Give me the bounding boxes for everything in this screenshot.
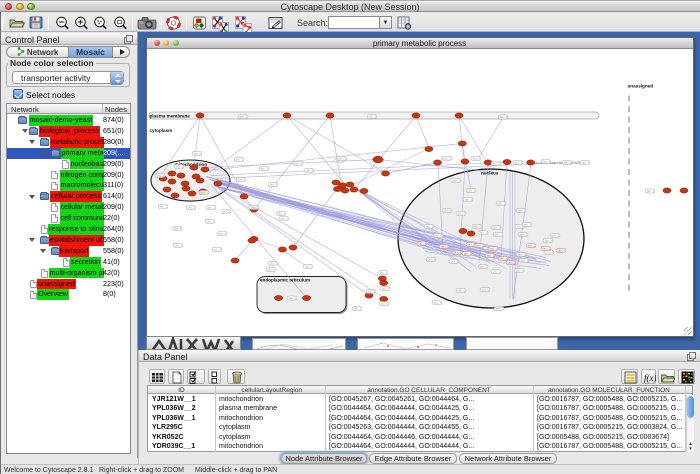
svg-text:[so...]: [so...] — [457, 288, 464, 292]
svg-text:plasma membrane: plasma membrane — [149, 113, 190, 118]
svg-text:[so...]: [so...] — [545, 250, 552, 254]
svg-text:[so...]: [so...] — [269, 261, 276, 265]
svg-text:[so...]: [so...] — [441, 244, 448, 248]
svg-text:[so...]: [so...] — [551, 233, 558, 237]
svg-text:[so...]: [so...] — [457, 211, 464, 215]
svg-text:[so...]: [so...] — [492, 161, 499, 165]
svg-text:[so...]: [so...] — [288, 296, 295, 300]
svg-text:[so...]: [so...] — [269, 182, 276, 186]
svg-text:[so...]: [so...] — [450, 259, 457, 263]
svg-text:[so...]: [so...] — [304, 264, 311, 268]
svg-text:nucleus: nucleus — [481, 170, 499, 175]
svg-text:[so...]: [so...] — [487, 253, 494, 257]
svg-text:[so...]: [so...] — [156, 173, 163, 177]
svg-text:[so...]: [so...] — [368, 114, 375, 118]
svg-text:[so...]: [so...] — [260, 166, 267, 170]
svg-text:unassigned: unassigned — [627, 83, 653, 88]
svg-text:[so...]: [so...] — [515, 268, 522, 272]
svg-text:[so...]: [so...] — [472, 156, 479, 160]
svg-text:[so...]: [so...] — [520, 258, 527, 262]
svg-text:[so...]: [so...] — [464, 251, 471, 255]
svg-text:[so...]: [so...] — [222, 209, 229, 213]
svg-text:[so...]: [so...] — [380, 301, 387, 305]
svg-text:[so...]: [so...] — [542, 159, 549, 163]
svg-text:[so...]: [so...] — [305, 168, 312, 172]
svg-text:[so...]: [so...] — [206, 219, 213, 223]
svg-text:[so...]: [so...] — [473, 224, 480, 228]
svg-text:[so...]: [so...] — [173, 226, 180, 230]
svg-text:[so...]: [so...] — [646, 189, 653, 193]
svg-text:[so...]: [so...] — [563, 160, 570, 164]
svg-text:[so...]: [so...] — [494, 232, 501, 236]
svg-text:[so...]: [so...] — [492, 269, 499, 273]
svg-text:[so...]: [so...] — [175, 164, 182, 168]
svg-text:[so...]: [so...] — [218, 231, 225, 235]
svg-text:f(x): f(x) — [644, 373, 656, 383]
svg-text:[so...]: [so...] — [479, 264, 486, 268]
svg-text:[so...]: [so...] — [277, 211, 284, 215]
svg-text:[so...]: [so...] — [581, 160, 588, 164]
svg-text:[so...]: [so...] — [519, 232, 526, 236]
svg-text:[so...]: [so...] — [523, 222, 530, 226]
svg-text:[so...]: [so...] — [443, 156, 450, 160]
svg-text:[so...]: [so...] — [187, 205, 194, 209]
svg-text:[so...]: [so...] — [237, 177, 244, 181]
svg-text:[so...]: [so...] — [517, 252, 524, 256]
svg-text:[so...]: [so...] — [425, 224, 432, 228]
svg-text:[so...]: [so...] — [280, 216, 287, 220]
svg-text:[so...]: [so...] — [514, 160, 521, 164]
svg-text:[so...]: [so...] — [495, 306, 502, 310]
svg-text:[so...]: [so...] — [250, 205, 257, 209]
svg-text:[so...]: [so...] — [433, 300, 440, 304]
svg-text:[so...]: [so...] — [434, 233, 441, 237]
svg-text:[so...]: [so...] — [200, 190, 207, 194]
svg-text:[so...]: [so...] — [481, 287, 488, 291]
svg-text:[so...]: [so...] — [443, 208, 450, 212]
svg-text:[so...]: [so...] — [353, 306, 360, 310]
svg-text:endoplasmic reticulum: endoplasmic reticulum — [260, 277, 310, 282]
svg-text:[so...]: [so...] — [508, 260, 515, 264]
svg-text:[so...]: [so...] — [528, 243, 535, 247]
svg-text:[so...]: [so...] — [174, 243, 181, 247]
svg-text:[so...]: [so...] — [497, 201, 504, 205]
svg-text:[so...]: [so...] — [213, 247, 220, 251]
svg-text:[so...]: [so...] — [367, 289, 374, 293]
svg-text:[so...]: [so...] — [499, 115, 506, 119]
svg-text:[so...]: [so...] — [379, 270, 386, 274]
svg-text:[so...]: [so...] — [419, 241, 426, 245]
svg-text:[so...]: [so...] — [454, 250, 461, 254]
svg-text:[so...]: [so...] — [239, 114, 246, 118]
svg-text:[so...]: [so...] — [464, 197, 471, 201]
svg-text:[so...]: [so...] — [517, 208, 524, 212]
svg-text:[so...]: [so...] — [294, 161, 301, 165]
svg-text:[so...]: [so...] — [500, 256, 507, 260]
svg-text:cytoplasm: cytoplasm — [149, 128, 172, 133]
svg-text:[so...]: [so...] — [267, 267, 274, 271]
svg-text:[so...]: [so...] — [159, 204, 166, 208]
svg-text:[so...]: [so...] — [543, 246, 550, 250]
svg-text:[so...]: [so...] — [338, 156, 345, 160]
svg-text:[so...]: [so...] — [544, 238, 551, 242]
svg-text:[so...]: [so...] — [427, 257, 434, 261]
svg-text:[so...]: [so...] — [476, 243, 483, 247]
svg-text:[so...]: [so...] — [490, 246, 497, 250]
svg-text:[so...]: [so...] — [558, 248, 565, 252]
svg-text:[so...]: [so...] — [193, 151, 200, 155]
svg-text:[so...]: [so...] — [235, 157, 242, 161]
svg-text:[so...]: [so...] — [492, 225, 499, 229]
svg-text:[so...]: [so...] — [479, 230, 486, 234]
svg-text:[so...]: [so...] — [467, 188, 474, 192]
svg-text:[so...]: [so...] — [207, 205, 214, 209]
svg-text:[so...]: [so...] — [452, 178, 459, 182]
svg-text:[so...]: [so...] — [381, 286, 388, 290]
